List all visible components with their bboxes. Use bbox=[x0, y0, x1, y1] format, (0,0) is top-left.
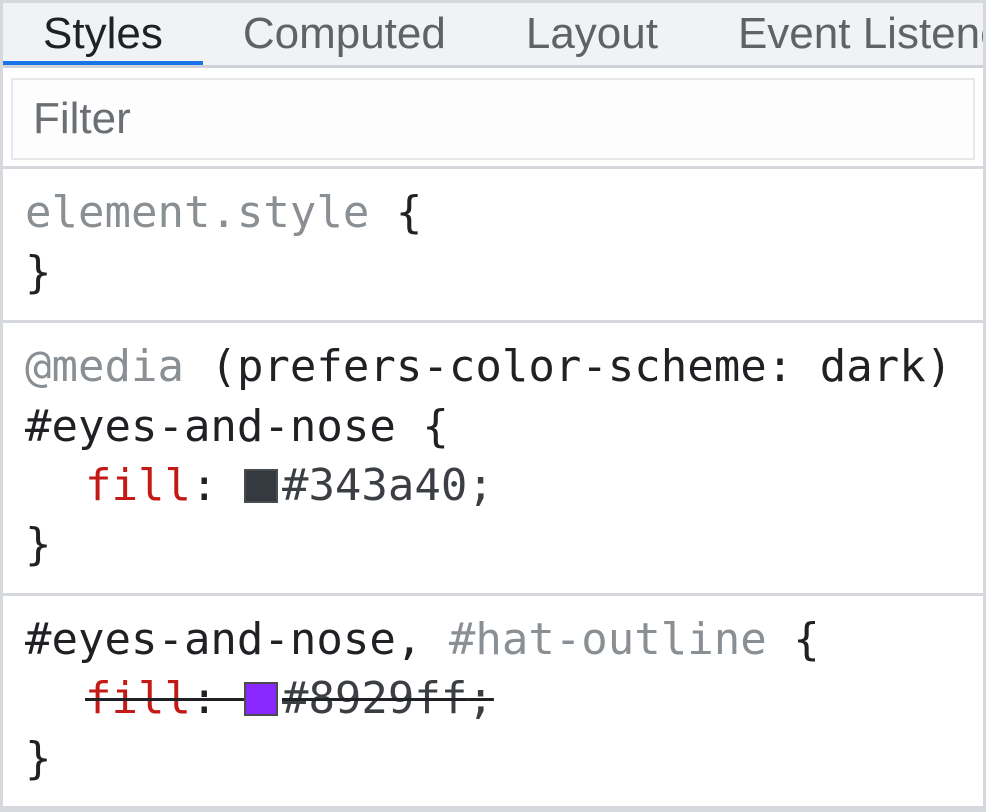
tab-event-listeners[interactable]: Event Listeners bbox=[698, 3, 983, 65]
open-brace: { bbox=[422, 401, 449, 452]
close-brace: } bbox=[25, 733, 52, 784]
selector-line: #eyes-and-nose, #hat-outline { bbox=[25, 610, 961, 669]
tab-label: Styles bbox=[43, 9, 163, 59]
media-line: @media (prefers-color-scheme: dark) bbox=[25, 337, 961, 396]
value[interactable]: #8929ff bbox=[282, 673, 467, 724]
filter-bar bbox=[3, 68, 983, 169]
close-line: } bbox=[25, 243, 961, 302]
css-rule[interactable]: element.style { } bbox=[3, 169, 983, 323]
open-brace: { bbox=[793, 614, 820, 665]
css-rule[interactable]: #eyes-and-nose, #hat-outline { fill: #89… bbox=[3, 596, 983, 809]
close-brace: } bbox=[25, 519, 52, 570]
selector-line: #eyes-and-nose { bbox=[25, 397, 961, 456]
tab-label: Event Listeners bbox=[738, 9, 983, 59]
declaration[interactable]: fill: #343a40; bbox=[25, 456, 961, 515]
styles-panel: Styles Computed Layout Event Listeners e… bbox=[0, 0, 986, 812]
selector[interactable]: #eyes-and-nose bbox=[25, 401, 396, 452]
tab-computed[interactable]: Computed bbox=[203, 3, 486, 65]
filter-input[interactable] bbox=[11, 78, 975, 160]
property[interactable]: fill bbox=[85, 460, 191, 511]
overridden-declaration: fill: #8929ff; bbox=[85, 673, 494, 724]
css-rule[interactable]: @media (prefers-color-scheme: dark) #eye… bbox=[3, 323, 983, 596]
declaration[interactable]: fill: #8929ff; bbox=[25, 669, 961, 728]
media-condition: (prefers-color-scheme: dark) bbox=[210, 341, 952, 392]
selector-part[interactable]: #eyes-and-nose bbox=[25, 614, 396, 665]
selector-line: element.style { bbox=[25, 183, 961, 242]
selector[interactable]: element.style bbox=[25, 187, 369, 238]
tab-label: Layout bbox=[526, 9, 658, 59]
close-line: } bbox=[25, 515, 961, 574]
open-brace: { bbox=[396, 187, 423, 238]
tab-layout[interactable]: Layout bbox=[486, 3, 698, 65]
media-keyword: @media bbox=[25, 341, 184, 392]
value[interactable]: #343a40 bbox=[282, 460, 467, 511]
tab-label: Computed bbox=[243, 9, 446, 59]
close-brace: } bbox=[25, 247, 52, 298]
tab-bar: Styles Computed Layout Event Listeners bbox=[3, 3, 983, 68]
property[interactable]: fill bbox=[85, 673, 191, 724]
color-swatch-icon[interactable] bbox=[244, 469, 278, 503]
close-line: } bbox=[25, 729, 961, 788]
selector-separator: , bbox=[396, 614, 449, 665]
rule-list: element.style { } @media (prefers-color-… bbox=[3, 169, 983, 809]
color-swatch-icon[interactable] bbox=[244, 682, 278, 716]
tab-styles[interactable]: Styles bbox=[3, 3, 203, 65]
selector-part[interactable]: #hat-outline bbox=[449, 614, 767, 665]
